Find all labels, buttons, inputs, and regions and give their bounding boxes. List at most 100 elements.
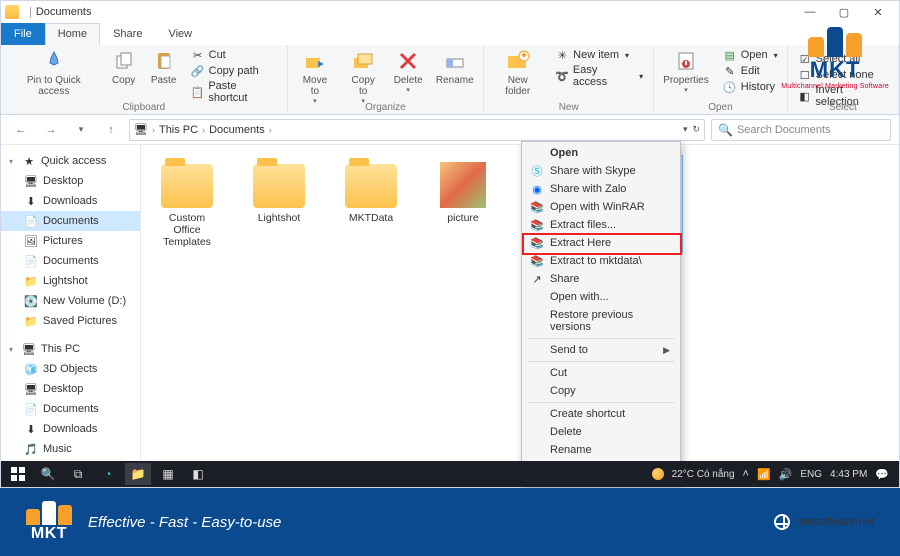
ctx-send-to[interactable]: Send to▶ — [524, 341, 678, 359]
ctx-copy[interactable]: Copy — [524, 382, 678, 400]
copy-path-button[interactable]: 🔗Copy path — [187, 63, 281, 79]
refresh-button[interactable]: ▾ ↻ — [683, 124, 700, 135]
sidebar-item-downloads[interactable]: ⬇Downloads — [1, 191, 140, 211]
sidebar-item-documents[interactable]: 📄Documents — [1, 251, 140, 271]
tab-view[interactable]: View — [155, 23, 205, 45]
titlebar: | Documents — ▢ ✕ — [1, 1, 899, 23]
search-button[interactable]: 🔍 — [35, 463, 61, 485]
sidebar-quick-access[interactable]: ▾★Quick access — [1, 151, 140, 171]
rename-button[interactable]: Rename — [432, 47, 477, 88]
new-item-button[interactable]: ✳New item▾ — [551, 47, 647, 63]
sidebar-item-pictures[interactable]: 🖼 Pictures — [1, 231, 140, 251]
nav-up-button[interactable]: ↑ — [99, 118, 123, 142]
file-item-picture[interactable]: picture — [427, 155, 499, 253]
close-button[interactable]: ✕ — [861, 1, 895, 23]
tray-notifications-icon[interactable]: 💬 — [875, 468, 889, 481]
crumb-leaf[interactable]: Documents — [209, 124, 265, 136]
ctx-delete[interactable]: Delete — [524, 423, 678, 441]
sidebar-item-desktop[interactable]: 🖥Desktop — [1, 171, 140, 191]
copy-path-label: Copy path — [209, 65, 259, 77]
ctx-open-winrar[interactable]: 📚Open with WinRAR — [524, 198, 678, 216]
nav-back-button[interactable]: ← — [9, 118, 33, 142]
tray-time[interactable]: 4:43 PM — [830, 469, 867, 480]
move-to-button[interactable]: Move to▾ — [294, 47, 337, 107]
file-item-lightshot[interactable]: Lightshot — [243, 155, 315, 253]
tab-home[interactable]: Home — [45, 23, 100, 45]
ctx-restore[interactable]: Restore previous versions — [524, 306, 678, 336]
sidebar-item-3d-objects[interactable]: 🧊3D Objects — [1, 359, 140, 379]
minimize-button[interactable]: — — [793, 1, 827, 23]
ctx-cut[interactable]: Cut — [524, 364, 678, 382]
sidebar-item-new-volume-d-[interactable]: 💽New Volume (D:) — [1, 291, 140, 311]
address-bar: ← → ▾ ↑ 🖥› This PC› Documents› ▾ ↻ 🔍 Sea… — [1, 115, 899, 145]
sidebar-item-documents[interactable]: 📄Documents — [1, 399, 140, 419]
folder-icon: 🖼 — [23, 234, 39, 248]
breadcrumb[interactable]: 🖥› This PC› Documents› ▾ ↻ — [129, 119, 705, 141]
sidebar-item-saved-pictures[interactable]: 📁Saved Pictures — [1, 311, 140, 331]
open-button[interactable]: ▤Open▾ — [719, 47, 782, 63]
tray-chevron-icon[interactable]: ˄ — [743, 468, 749, 480]
properties-button[interactable]: Properties▾ — [659, 47, 713, 96]
copy-button[interactable]: Copy — [107, 47, 141, 88]
ctx-share-skype[interactable]: ⓈShare with Skype — [524, 162, 678, 180]
search-input[interactable]: 🔍 Search Documents — [711, 119, 891, 141]
sidebar-item-documents[interactable]: 📄Documents — [1, 211, 140, 231]
weather-icon — [652, 468, 664, 480]
weather-text[interactable]: 22°C Có nắng — [672, 469, 735, 480]
maximize-button[interactable]: ▢ — [827, 1, 861, 23]
sidebar-item-lightshot[interactable]: 📁Lightshot — [1, 271, 140, 291]
file-item-custom-office-templates[interactable]: Custom Office Templates — [151, 155, 223, 253]
ctx-rename[interactable]: Rename — [524, 441, 678, 459]
tray-volume-icon[interactable]: 🔊 — [779, 468, 793, 481]
tray-lang[interactable]: ENG — [800, 469, 822, 480]
tab-share[interactable]: Share — [100, 23, 155, 45]
start-button[interactable] — [5, 463, 31, 485]
sidebar-item-desktop[interactable]: 🖥Desktop — [1, 379, 140, 399]
pin-to-quick-access-button[interactable]: Pin to Quick access — [7, 47, 101, 99]
ctx-open-with[interactable]: Open with... — [524, 288, 678, 306]
sidebar-item-label: 3D Objects — [43, 363, 97, 375]
ctx-shortcut[interactable]: Create shortcut — [524, 405, 678, 423]
edge-icon[interactable]: ◔ — [95, 463, 121, 485]
copy-to-button[interactable]: Copy to▾ — [342, 47, 384, 107]
edit-button[interactable]: ✎Edit — [719, 63, 782, 79]
ctx-share[interactable]: ↗Share — [524, 270, 678, 288]
ctx-extract-here[interactable]: 📚Extract Here — [524, 234, 678, 252]
app-icon[interactable]: ▦ — [155, 463, 181, 485]
properties-icon — [674, 49, 698, 73]
nav-recent-button[interactable]: ▾ — [69, 118, 93, 142]
task-view-button[interactable]: ⧉ — [65, 463, 91, 485]
sidebar-item-downloads[interactable]: ⬇Downloads — [1, 419, 140, 439]
copy-label: Copy — [112, 75, 135, 86]
file-item-mktdata[interactable]: MKTData — [335, 155, 407, 253]
new-item-icon: ✳ — [555, 48, 569, 62]
explorer-icon[interactable]: 📁 — [125, 463, 151, 485]
sidebar-this-pc[interactable]: ▾🖥This PC — [1, 339, 140, 359]
crumb-root[interactable]: This PC — [159, 124, 198, 136]
delete-button[interactable]: Delete▾ — [390, 47, 426, 96]
sidebar-item-label: Pictures — [43, 235, 83, 247]
ctx-extract-to[interactable]: 📚Extract to mktdata\ — [524, 252, 678, 270]
sidebar-item-music[interactable]: 🎵Music — [1, 439, 140, 459]
group-new-label: New — [484, 102, 653, 113]
tab-file[interactable]: File — [1, 23, 45, 45]
ctx-share-zalo[interactable]: ◉Share with Zalo — [524, 180, 678, 198]
history-button[interactable]: 🕓History — [719, 79, 782, 95]
paste-button[interactable]: Paste — [147, 47, 181, 88]
ctx-open[interactable]: Open — [524, 144, 678, 162]
tray-wifi-icon[interactable]: 📶 — [757, 468, 771, 481]
new-folder-label: New folder — [494, 75, 541, 97]
open-label: Open — [741, 49, 768, 61]
cut-button[interactable]: ✂Cut — [187, 47, 281, 63]
file-label: MKTData — [349, 212, 393, 224]
easy-access-button[interactable]: ➰Easy access▾ — [551, 63, 647, 89]
file-label: Custom Office Templates — [156, 212, 218, 248]
sidebar-item-label: Lightshot — [43, 275, 88, 287]
app-icon[interactable]: ◧ — [185, 463, 211, 485]
ctx-extract-files[interactable]: 📚Extract files... — [524, 216, 678, 234]
winrar-icon: 📚 — [529, 217, 545, 233]
footer-site[interactable]: mktsoftware.net — [774, 514, 874, 530]
nav-forward-button[interactable]: → — [39, 118, 63, 142]
file-grid[interactable]: Custom Office Templates Lightshot MKTData p… — [141, 145, 899, 467]
new-folder-button[interactable]: ✦New folder — [490, 47, 545, 99]
